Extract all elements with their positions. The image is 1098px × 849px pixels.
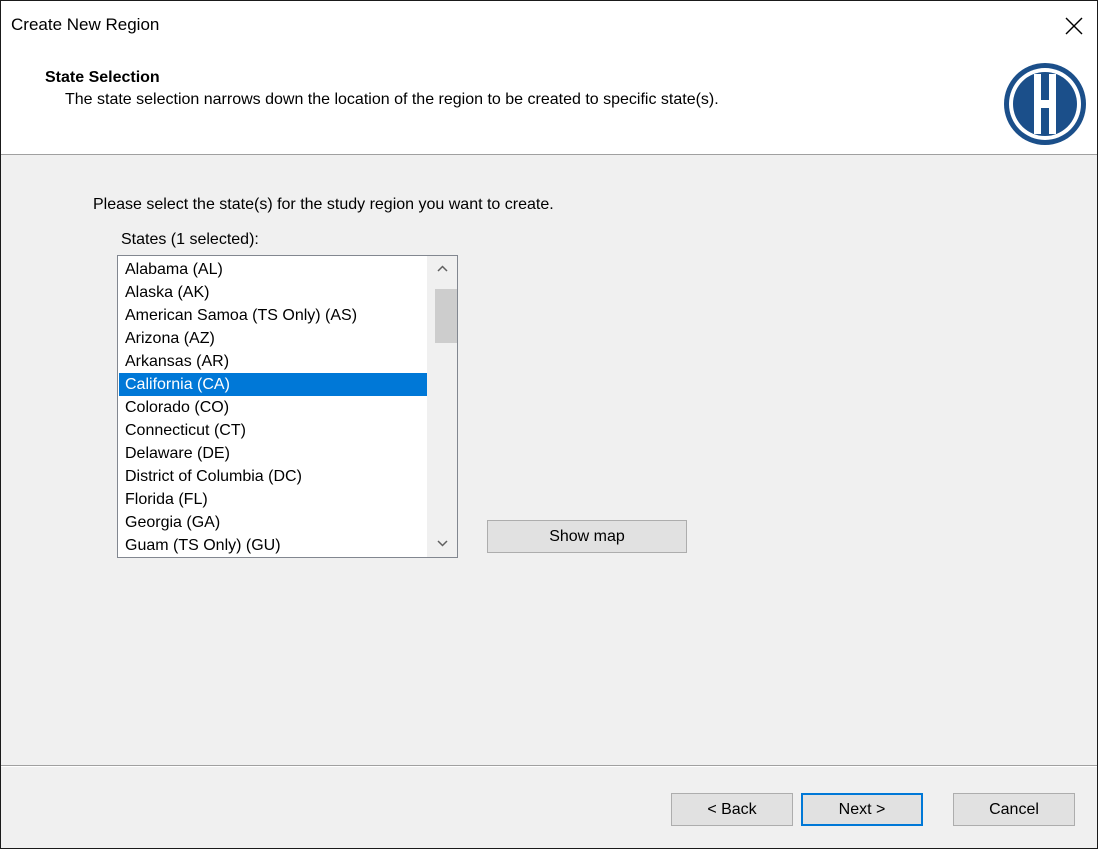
states-listbox[interactable]: Alabama (AL) Alaska (AK) American Samoa (T…: [117, 255, 458, 558]
state-list-item[interactable]: California (CA): [119, 373, 429, 396]
window-title: Create New Region: [11, 15, 160, 34]
chevron-up-icon: [437, 265, 448, 272]
state-list-item[interactable]: Alaska (AK): [119, 281, 429, 304]
scroll-down-button[interactable]: [427, 531, 457, 557]
states-list-items: Alabama (AL) Alaska (AK) American Samoa (T…: [119, 258, 429, 557]
scroll-thumb[interactable]: [435, 289, 457, 343]
close-button[interactable]: [1051, 1, 1097, 51]
footer-divider: [1, 765, 1097, 767]
next-button[interactable]: Next >: [801, 793, 923, 826]
cancel-button[interactable]: Cancel: [953, 793, 1075, 826]
state-list-item[interactable]: Delaware (DE): [119, 442, 429, 465]
state-list-item[interactable]: Colorado (CO): [119, 396, 429, 419]
close-icon: [1065, 17, 1083, 35]
state-list-item[interactable]: Arkansas (AR): [119, 350, 429, 373]
dialog-window: Create New Region State Selection The st…: [0, 0, 1098, 849]
hazus-logo-icon: [1004, 63, 1086, 145]
state-list-item[interactable]: Arizona (AZ): [119, 327, 429, 350]
state-list-item[interactable]: Connecticut (CT): [119, 419, 429, 442]
state-list-item[interactable]: Florida (FL): [119, 488, 429, 511]
state-list-item[interactable]: Georgia (GA): [119, 511, 429, 534]
wizard-header: State Selection The state selection narr…: [1, 51, 1097, 155]
state-list-item[interactable]: District of Columbia (DC): [119, 465, 429, 488]
state-list-item[interactable]: Guam (TS Only) (GU): [119, 534, 429, 557]
selection-prompt: Please select the state(s) for the study…: [93, 196, 554, 213]
page-subtitle: The state selection narrows down the loc…: [65, 91, 719, 108]
state-list-item[interactable]: Alabama (AL): [119, 258, 429, 281]
vertical-scrollbar[interactable]: [427, 256, 457, 557]
show-map-button[interactable]: Show map: [487, 520, 687, 553]
chevron-down-icon: [437, 540, 448, 547]
states-list-label: States (1 selected):: [121, 231, 259, 248]
title-bar: Create New Region: [1, 1, 1097, 51]
back-button[interactable]: < Back: [671, 793, 793, 826]
state-list-item[interactable]: American Samoa (TS Only) (AS): [119, 304, 429, 327]
scroll-up-button[interactable]: [427, 256, 457, 282]
page-title: State Selection: [45, 69, 160, 86]
